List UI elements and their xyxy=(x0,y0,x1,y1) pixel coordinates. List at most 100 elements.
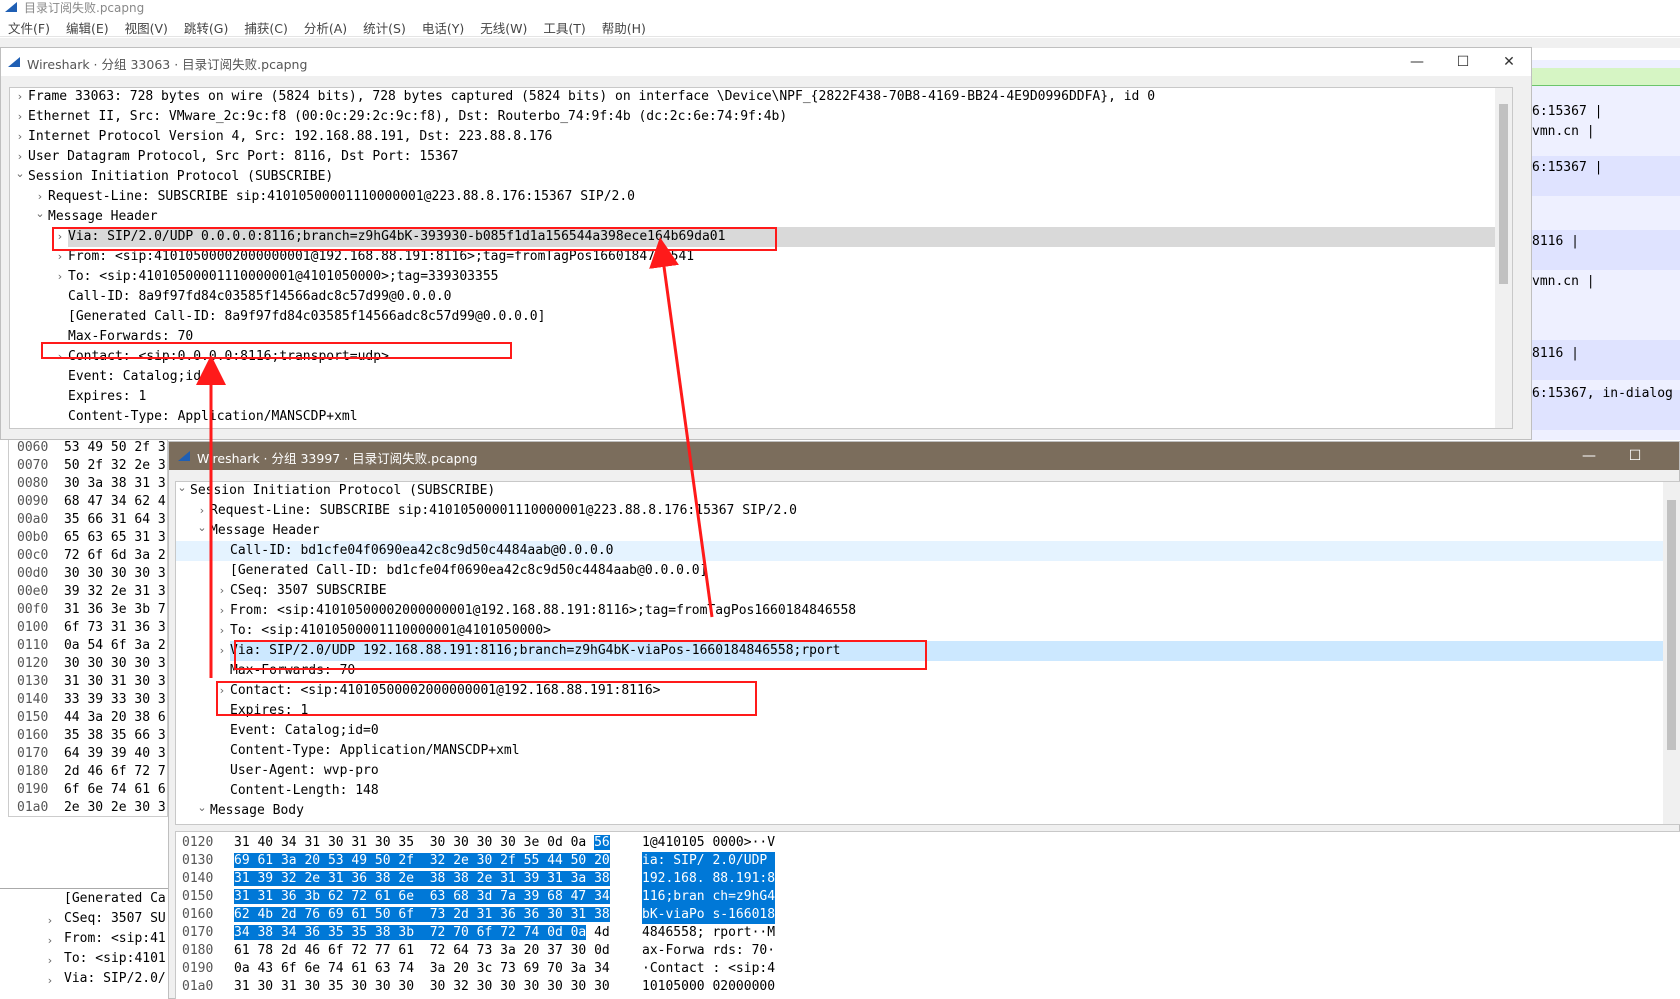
hex-byte[interactable]: 20 xyxy=(304,853,321,868)
hex-byte[interactable]: 38 xyxy=(429,871,446,886)
expand-chevron-icon[interactable]: › xyxy=(44,951,56,971)
expand-chevron-icon[interactable]: › xyxy=(216,641,228,661)
packet-list-fragment[interactable]: 6:15367 | xyxy=(1532,160,1602,175)
hex-byte[interactable]: 72 xyxy=(430,943,446,958)
hex-byte[interactable]: 35 xyxy=(398,835,414,850)
hex-byte[interactable]: 38 xyxy=(594,871,610,886)
hex-byte[interactable]: 38 xyxy=(257,925,274,940)
tree1-scroll-thumb[interactable] xyxy=(1499,104,1508,284)
hex-byte[interactable]: 2e xyxy=(453,853,469,868)
hex-byte[interactable]: 2e xyxy=(304,871,321,886)
hex-byte[interactable]: 30 xyxy=(547,907,563,922)
hex-byte[interactable]: 39 xyxy=(257,871,274,886)
hex-byte[interactable]: 4d xyxy=(594,925,610,940)
hex-byte[interactable]: 43 xyxy=(257,961,273,976)
hex-byte[interactable]: 32 xyxy=(453,979,469,994)
hex-byte[interactable]: 30 xyxy=(476,853,493,868)
expand-chevron-icon[interactable]: › xyxy=(14,147,26,167)
tree-row[interactable]: [Generated Call-ID: bd1cfe04f0690ea42c8c… xyxy=(230,561,707,581)
hex-byte[interactable]: 70 xyxy=(453,925,469,940)
hex-byte[interactable]: 39 xyxy=(523,871,540,886)
tree-row[interactable]: Session Initiation Protocol (SUBSCRIBE) xyxy=(190,482,495,501)
tree-row[interactable]: Message Header xyxy=(48,207,158,227)
tree-row[interactable]: Content-Length: 148 xyxy=(230,781,379,801)
collapse-chevron-icon[interactable]: ⌄ xyxy=(196,521,208,541)
tree-row[interactable]: Ethernet II, Src: VMware_2c:9c:f8 (00:0c… xyxy=(28,107,787,127)
tree-row[interactable]: Frame 33063: 728 bytes on wire (5824 bit… xyxy=(28,88,1155,107)
hex-byte[interactable]: 0d xyxy=(547,925,563,940)
hex-byte[interactable]: 49 xyxy=(351,853,368,868)
hex-byte[interactable]: 61 xyxy=(398,943,414,958)
hex-row[interactable]: 0140 31 39 32 2e 31 36 38 2e 38 38 2e 31 … xyxy=(182,870,1680,888)
expand-chevron-icon[interactable]: › xyxy=(216,581,228,601)
hex-byte[interactable]: 61 xyxy=(257,853,274,868)
hex-byte[interactable]: 0a xyxy=(234,961,250,976)
hex-byte[interactable]: 46 xyxy=(304,943,320,958)
hex-byte[interactable]: 73 xyxy=(477,943,493,958)
hex-byte[interactable]: 50 xyxy=(374,853,391,868)
tree-row[interactable]: Request-Line: SUBSCRIBE sip:410105000011… xyxy=(48,187,635,207)
hex-byte[interactable]: 30 xyxy=(571,943,587,958)
tree1-scrollbar[interactable] xyxy=(1495,88,1512,428)
hex-byte[interactable]: 6f xyxy=(398,907,415,922)
packet-window-33997[interactable]: Wireshark · 分组 33997 · 目录订阅失败.pcapng — ☐… xyxy=(168,441,1680,999)
hex-byte[interactable]: 30 xyxy=(594,979,610,994)
hex-row[interactable]: 0190 0a 43 6f 6e 74 61 63 74 3a 20 3c 73 … xyxy=(182,960,1680,978)
hex-byte[interactable]: 30 xyxy=(500,979,516,994)
hex-byte[interactable]: 3e xyxy=(524,835,540,850)
hex-byte[interactable]: 30 xyxy=(304,979,320,994)
hex-byte[interactable]: 74 xyxy=(523,925,540,940)
hex-byte[interactable]: 37 xyxy=(547,943,563,958)
hex-byte[interactable]: 64 xyxy=(453,943,469,958)
tree-row[interactable]: To: <sip:41010500001110000001@4101050000… xyxy=(230,621,551,641)
detail-fragment[interactable]: Via: SIP/2.0/ xyxy=(64,971,166,986)
hex-byte[interactable]: 34 xyxy=(281,835,297,850)
menu-item[interactable]: 分析(A) xyxy=(296,15,355,37)
expand-chevron-icon[interactable]: › xyxy=(196,501,208,521)
hex-byte[interactable]: 31 xyxy=(500,871,516,886)
hex-byte[interactable]: 34 xyxy=(594,889,610,904)
hex-byte[interactable]: 3c xyxy=(477,961,493,976)
collapse-chevron-icon[interactable]: ⌄ xyxy=(14,167,26,187)
hex-byte[interactable]: 63 xyxy=(429,889,446,904)
hex-byte[interactable]: 56 xyxy=(594,835,610,850)
expand-chevron-icon[interactable]: › xyxy=(14,88,26,107)
hex-row[interactable]: 0130 69 61 3a 20 53 49 50 2f 32 2e 30 2f … xyxy=(182,852,1680,870)
hex-byte[interactable]: 76 xyxy=(304,907,321,922)
hex-row[interactable]: 01a0 31 30 31 30 35 30 30 30 30 32 30 30 … xyxy=(182,978,1680,996)
hex-byte[interactable]: 3a xyxy=(571,961,587,976)
hex-byte[interactable]: 6e xyxy=(398,889,415,904)
hex-byte[interactable]: 31 xyxy=(281,979,297,994)
hex-byte[interactable]: 2f xyxy=(398,853,415,868)
maximize-icon[interactable]: ☐ xyxy=(1441,48,1485,76)
hex-byte[interactable]: 30 xyxy=(257,979,273,994)
hex-byte[interactable]: 38 xyxy=(374,871,391,886)
hex-byte[interactable]: 3a xyxy=(500,943,516,958)
hex-byte[interactable]: 30 xyxy=(430,835,446,850)
hex-byte[interactable]: 20 xyxy=(594,853,610,868)
hex-byte[interactable]: 34 xyxy=(594,961,610,976)
tree-row[interactable]: Internet Protocol Version 4, Src: 192.16… xyxy=(28,127,552,147)
tree-row[interactable]: Message Body xyxy=(210,801,304,821)
hex-byte[interactable]: 61 xyxy=(234,943,250,958)
hex-byte[interactable]: 74 xyxy=(398,961,414,976)
hex-byte[interactable]: 36 xyxy=(304,925,321,940)
hex-row[interactable]: 0170 34 38 34 36 35 35 38 3b 72 70 6f 72 … xyxy=(182,924,1680,942)
hex-byte[interactable]: 32 xyxy=(280,871,297,886)
hex-byte[interactable]: 3b xyxy=(304,889,321,904)
hex-byte[interactable]: 74 xyxy=(328,961,344,976)
tree-row[interactable]: Expires: 1 xyxy=(68,387,146,407)
menu-item[interactable]: 统计(S) xyxy=(355,15,414,37)
hex-byte[interactable]: 78 xyxy=(257,943,273,958)
hex-byte[interactable]: 7a xyxy=(500,889,516,904)
hex-byte[interactable]: 30 xyxy=(375,979,391,994)
hex-byte[interactable]: 36 xyxy=(351,871,368,886)
hex-byte[interactable]: 6f xyxy=(281,961,297,976)
tree2-scroll-thumb[interactable] xyxy=(1667,500,1676,750)
hex-byte[interactable]: 30 xyxy=(500,835,516,850)
minimize-icon[interactable]: — xyxy=(1395,48,1439,76)
menu-item[interactable]: 无线(W) xyxy=(472,15,535,37)
hex-byte[interactable]: 30 xyxy=(328,835,344,850)
packet-detail-tree-1[interactable]: › Frame 33063: 728 bytes on wire (5824 bi… xyxy=(9,87,1513,429)
hex-byte[interactable]: 68 xyxy=(453,889,469,904)
